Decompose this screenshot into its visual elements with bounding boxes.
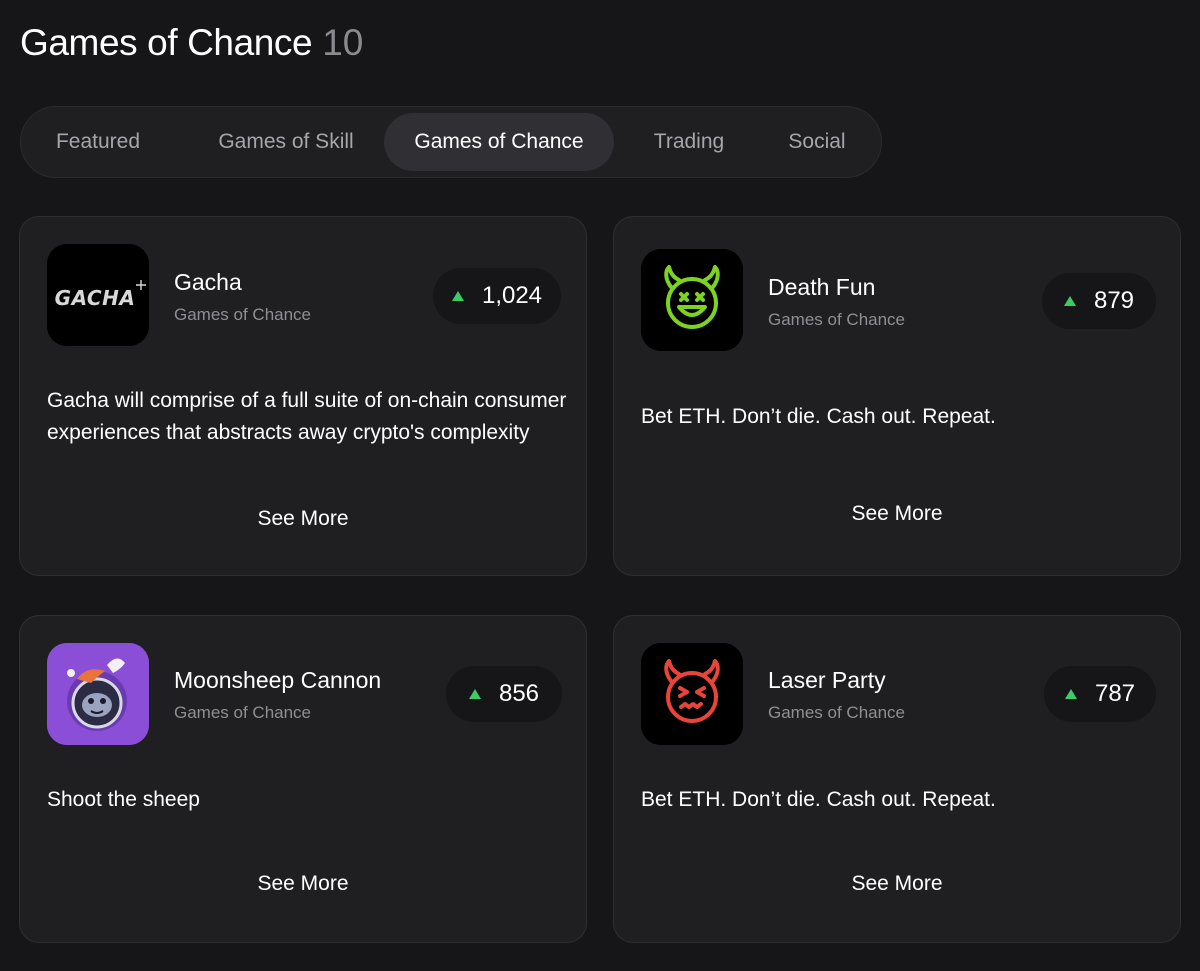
see-more-button[interactable]: See More [20,507,586,531]
tab-social[interactable]: Social [769,113,865,171]
red-devil-face-icon [641,643,743,745]
game-title: Moonsheep Cannon [174,667,382,693]
game-category: Games of Chance [174,703,312,722]
game-description: Gacha will comprise of a full suite of o… [47,389,567,444]
game-card-gacha[interactable]: GACHA Gacha Games of Chance 1,024 Gacha … [19,216,587,576]
game-description: Shoot the sheep [47,788,200,811]
upvote-arrow-icon [468,689,481,699]
game-title: Death Fun [768,274,876,300]
category-tabs: Featured Games of Skill Games of Chance … [20,106,882,178]
upvote-arrow-icon [1063,296,1076,306]
games-page: Games of Chance 10 Featured Games of Ski… [0,0,1200,971]
game-card-moonsheep-cannon[interactable]: Moonsheep Cannon Games of Chance 856 Sho… [19,615,587,943]
tab-trading[interactable]: Trading [638,113,740,171]
tab-games-of-skill[interactable]: Games of Skill [191,113,381,171]
see-more-button[interactable]: See More [614,502,1180,526]
games-count: 10 [322,22,364,63]
tab-games-of-chance[interactable]: Games of Chance [384,113,614,171]
upvote-button[interactable]: 879 [1042,273,1156,329]
upvote-button[interactable]: 1,024 [433,268,561,324]
gacha-wordmark-icon: GACHA [47,244,149,346]
game-description: Bet ETH. Don’t die. Cash out. Repeat. [641,405,996,428]
page-title: Games of Chance [20,22,313,63]
upvote-arrow-icon [1064,689,1077,699]
game-card-death-fun[interactable]: Death Fun Games of Chance 879 Bet ETH. D… [613,216,1181,576]
green-devil-face-icon [641,249,743,351]
see-more-button[interactable]: See More [20,872,586,896]
upvote-button[interactable]: 787 [1044,666,1156,722]
death-fun-logo [641,249,743,351]
game-card-laser-party[interactable]: Laser Party Games of Chance 787 Bet ETH.… [613,615,1181,943]
vote-count: 856 [498,680,540,707]
page-header: Games of Chance 10 [20,22,363,64]
game-title: Laser Party [768,667,886,693]
astronaut-sheep-icon [47,643,149,745]
game-category: Games of Chance [768,310,906,329]
game-category: Games of Chance [174,305,312,324]
vote-count: 1,024 [481,282,543,309]
upvote-arrow-icon [451,291,464,301]
game-title: Gacha [174,269,242,295]
tab-featured[interactable]: Featured [33,113,163,171]
gacha-logo: GACHA [47,244,149,346]
game-description: Bet ETH. Don’t die. Cash out. Repeat. [641,788,996,811]
vote-count: 879 [1093,287,1135,314]
gacha-wordmark-text: GACHA [55,286,136,310]
game-category: Games of Chance [768,703,906,722]
laser-party-logo [641,643,743,745]
moonsheep-cannon-logo [47,643,149,745]
vote-count: 787 [1094,680,1136,707]
upvote-button[interactable]: 856 [446,666,562,722]
see-more-button[interactable]: See More [614,872,1180,896]
